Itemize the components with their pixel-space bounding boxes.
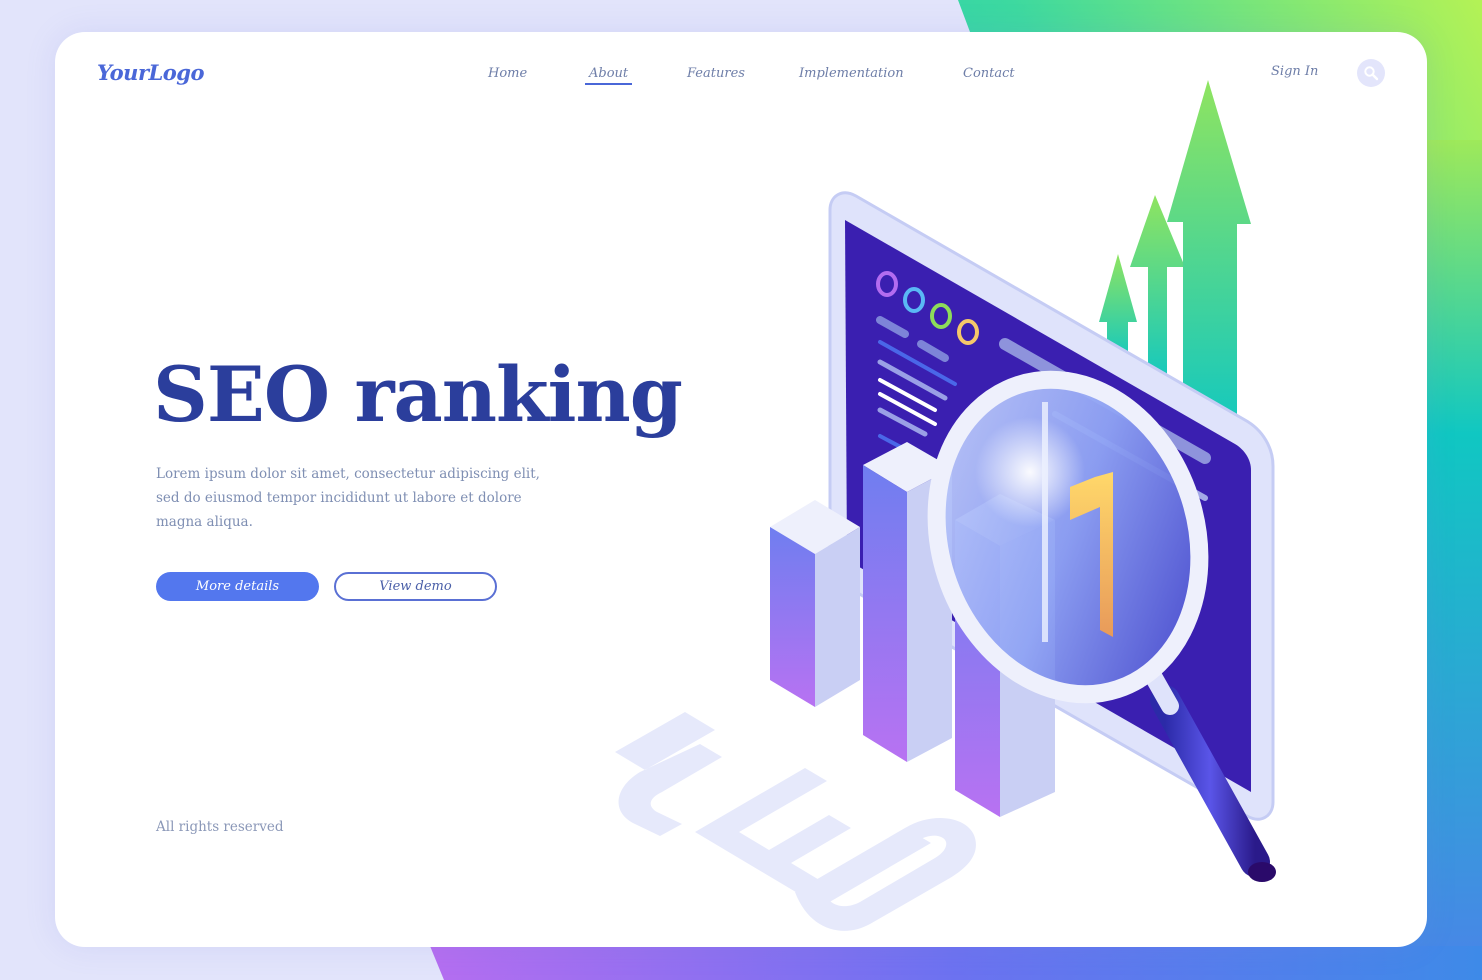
landing-card: YourLogo Home About Features Implementat… [55, 32, 1427, 947]
seo-illustration: 1 [615, 80, 1276, 931]
bar-1 [770, 500, 860, 707]
arrow-medium [1130, 195, 1185, 382]
